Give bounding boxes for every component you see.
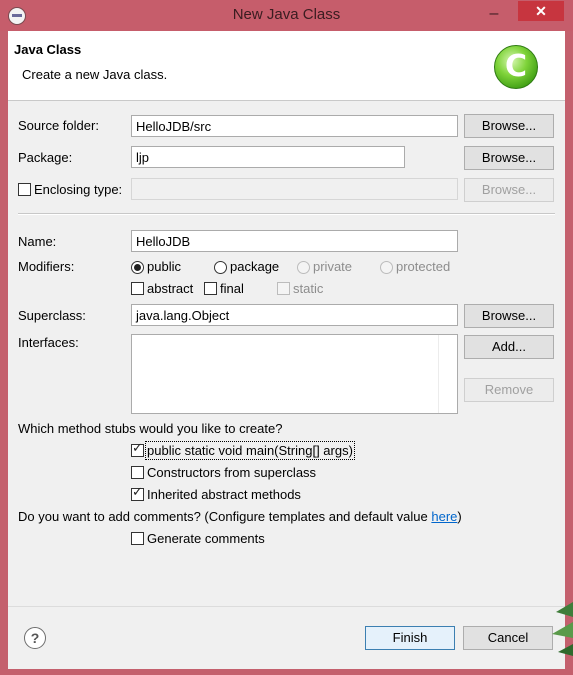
protected-radio[interactable] (380, 261, 393, 274)
static-label: static (293, 281, 324, 296)
source-folder-browse-button[interactable]: Browse... (464, 114, 554, 138)
private-radio[interactable] (297, 261, 310, 274)
desktop-leaf-decoration (552, 602, 573, 656)
source-folder-input[interactable]: HelloJDB/src (131, 115, 458, 137)
name-label: Name: (18, 234, 57, 249)
comments-question: Do you want to add comments? (Configure … (18, 509, 462, 524)
separator (18, 213, 555, 215)
page-description: Create a new Java class. (22, 67, 168, 82)
constructors-checkbox[interactable] (131, 466, 144, 479)
public-label: public (147, 259, 181, 274)
wizard-header: Java Class Create a new Java class. C (8, 31, 565, 101)
modifiers-label: Modifiers: (18, 259, 75, 274)
package-radio[interactable] (214, 261, 227, 274)
superclass-browse-button[interactable]: Browse... (464, 304, 554, 328)
generate-comments-label: Generate comments (147, 531, 265, 546)
package-modifier-label: package (230, 259, 280, 274)
interfaces-label: Interfaces: (18, 335, 79, 350)
main-method-checkbox[interactable] (131, 441, 144, 457)
close-button[interactable]: ✕ (518, 1, 564, 21)
constructors-label: Constructors from superclass (147, 465, 317, 480)
enclosing-type-checkbox[interactable] (18, 183, 31, 196)
minimize-button[interactable]: – (483, 6, 505, 24)
enclosing-type-label: Enclosing type: (34, 182, 123, 197)
superclass-label: Superclass: (18, 308, 86, 323)
finish-button[interactable]: Finish (365, 626, 455, 650)
page-title: Java Class (14, 42, 82, 57)
static-checkbox[interactable] (277, 282, 290, 295)
final-checkbox[interactable] (204, 282, 217, 295)
name-input[interactable]: HelloJDB (131, 230, 458, 252)
generate-comments-checkbox[interactable] (131, 532, 144, 545)
package-browse-button[interactable]: Browse... (464, 146, 554, 170)
abstract-checkbox[interactable] (131, 282, 144, 295)
configure-templates-link[interactable]: here (431, 509, 457, 524)
package-input[interactable]: ljp (131, 146, 405, 168)
interfaces-list[interactable] (131, 334, 458, 414)
public-radio[interactable] (131, 261, 144, 274)
inherited-methods-checkbox[interactable] (131, 485, 144, 501)
add-interface-button[interactable]: Add... (464, 335, 554, 359)
java-class-icon: C (494, 45, 538, 89)
enclosing-type-browse-button[interactable]: Browse... (464, 178, 554, 202)
abstract-label: abstract (147, 281, 194, 296)
help-icon[interactable]: ? (24, 627, 46, 649)
cancel-button[interactable]: Cancel (463, 626, 553, 650)
enclosing-type-input[interactable] (131, 178, 458, 200)
final-label: final (220, 281, 244, 296)
remove-interface-button[interactable]: Remove (464, 378, 554, 402)
source-folder-label: Source folder: (18, 118, 99, 133)
inherited-methods-label: Inherited abstract methods (147, 487, 301, 502)
main-method-label: public static void main(String[] args) (145, 441, 355, 460)
package-label: Package: (18, 150, 73, 165)
private-label: private (313, 259, 353, 274)
method-stubs-question: Which method stubs would you like to cre… (18, 421, 283, 436)
superclass-input[interactable]: java.lang.Object (131, 304, 458, 326)
protected-label: protected (396, 259, 451, 274)
